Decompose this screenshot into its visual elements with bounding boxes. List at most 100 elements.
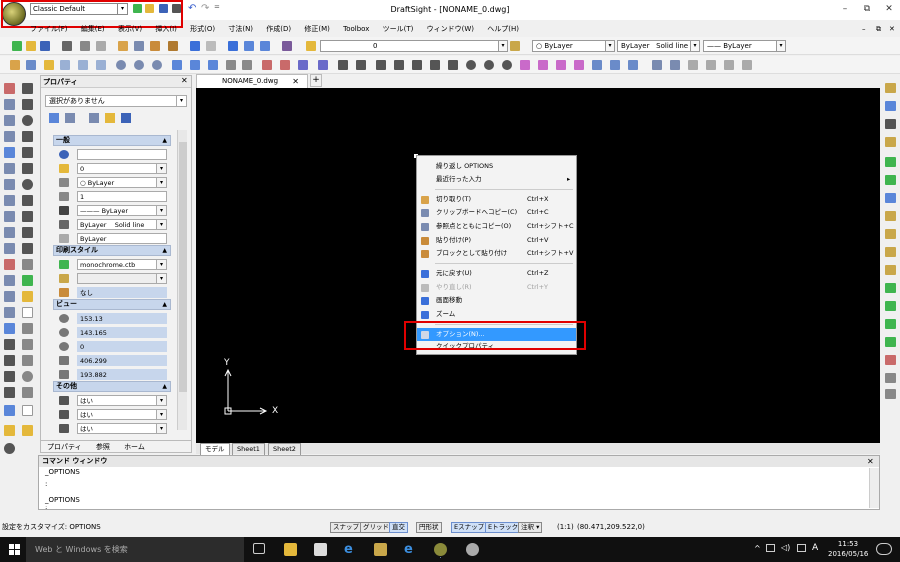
lineweight-select[interactable]: —— ByLayer ▾ bbox=[703, 40, 786, 52]
menu-view[interactable]: 表示(V) bbox=[118, 22, 142, 36]
minimize-icon[interactable]: – bbox=[836, 2, 854, 16]
rotate-icon[interactable] bbox=[4, 195, 15, 206]
menu-item-repeat-options[interactable]: 繰り返し OPTIONS bbox=[417, 160, 576, 173]
join-icon[interactable] bbox=[4, 291, 15, 302]
wipeout-icon[interactable] bbox=[22, 291, 33, 302]
frame-icon[interactable] bbox=[60, 60, 70, 70]
prop-center-y-value[interactable]: 143.165 bbox=[77, 327, 167, 338]
prop-color-value[interactable] bbox=[77, 149, 167, 160]
menu-item-zoom[interactable]: ズーム bbox=[417, 308, 576, 321]
file-explorer-icon[interactable] bbox=[284, 543, 297, 556]
prop-ucs-icon-value[interactable]: はい bbox=[77, 395, 167, 406]
infinite-line-icon[interactable] bbox=[22, 99, 33, 110]
menu-tools[interactable]: ツール(T) bbox=[383, 22, 414, 36]
quick-select-icon[interactable] bbox=[65, 113, 75, 123]
section-general[interactable]: 一般 ▲ bbox=[53, 135, 171, 146]
snap-apparent-icon[interactable] bbox=[298, 60, 308, 70]
menu-item-undo[interactable]: 元に戻す(U) Ctrl+Z bbox=[417, 267, 576, 280]
align-icon[interactable] bbox=[610, 60, 620, 70]
snap-tangent-icon[interactable] bbox=[172, 60, 182, 70]
menu-item-paste[interactable]: 貼り付け(P) Ctrl+V bbox=[417, 234, 576, 247]
table-icon[interactable] bbox=[670, 60, 680, 70]
zoom-window-icon[interactable] bbox=[260, 41, 270, 51]
grid-icon[interactable] bbox=[26, 60, 36, 70]
extend-icon[interactable] bbox=[4, 259, 15, 270]
tab-home[interactable]: ホーム bbox=[124, 441, 145, 454]
menu-format[interactable]: 形式(O) bbox=[190, 22, 215, 36]
point-icon[interactable] bbox=[22, 227, 33, 238]
dim-more-icon[interactable] bbox=[885, 389, 896, 399]
intersection-icon[interactable] bbox=[394, 60, 404, 70]
status-etrack-button[interactable]: Eトラック bbox=[485, 522, 522, 533]
status-grid-button[interactable]: グリッド bbox=[360, 522, 392, 533]
line-icon[interactable] bbox=[22, 83, 33, 94]
linestyle-select[interactable]: ByLayer Solid line ▾ bbox=[617, 40, 700, 52]
diagonal-icon[interactable] bbox=[412, 60, 422, 70]
region-icon[interactable] bbox=[22, 275, 33, 286]
dim-continue-icon[interactable] bbox=[885, 193, 896, 203]
edge-browser-icon[interactable]: e bbox=[344, 543, 357, 556]
toggle-pickadd-icon[interactable] bbox=[89, 113, 99, 123]
store-icon[interactable] bbox=[314, 543, 327, 556]
snap-endpoint-icon[interactable] bbox=[318, 60, 328, 70]
dim-edit-icon[interactable] bbox=[885, 265, 896, 275]
erase-icon[interactable] bbox=[4, 83, 15, 94]
scale-icon[interactable] bbox=[4, 211, 15, 222]
grips-icon[interactable] bbox=[22, 387, 33, 398]
notification-message-icon[interactable] bbox=[797, 544, 806, 552]
zoom-preview-icon[interactable] bbox=[96, 41, 106, 51]
snap-quadrant-icon[interactable] bbox=[152, 60, 162, 70]
menu-insert[interactable]: 挿入(I) bbox=[155, 22, 177, 36]
color-select[interactable]: ○ ByLayer ▾ bbox=[532, 40, 615, 52]
menu-toolbox[interactable]: Toolbox bbox=[343, 22, 369, 36]
prop-print-table-value[interactable] bbox=[77, 273, 167, 284]
arc-icon[interactable] bbox=[22, 147, 33, 158]
match-properties-icon[interactable] bbox=[168, 41, 178, 51]
menu-item-pan[interactable]: 画面移動 bbox=[417, 294, 576, 307]
rectangle-icon[interactable] bbox=[22, 131, 33, 142]
measure-icon[interactable] bbox=[592, 60, 602, 70]
select-objects-icon[interactable] bbox=[49, 113, 59, 123]
taskbar-search-input[interactable]: Web と Windows を検索 bbox=[26, 537, 244, 562]
close-icon[interactable]: ✕ bbox=[880, 2, 898, 16]
spline-icon[interactable] bbox=[556, 60, 566, 70]
prop-scale-value[interactable]: 1 bbox=[77, 191, 167, 202]
prop-transparency-value[interactable]: ByLayer bbox=[77, 233, 167, 244]
dim-aligned-icon[interactable] bbox=[885, 101, 896, 111]
image-icon[interactable] bbox=[4, 405, 15, 416]
render-icon[interactable] bbox=[4, 443, 15, 454]
circle-snap-icon[interactable] bbox=[466, 60, 476, 70]
open-icon[interactable] bbox=[26, 41, 36, 51]
new-icon[interactable] bbox=[12, 41, 22, 51]
display-icon[interactable] bbox=[96, 60, 106, 70]
image-insert-icon[interactable] bbox=[742, 60, 752, 70]
print-preview-icon[interactable] bbox=[80, 41, 90, 51]
media-player-icon[interactable] bbox=[374, 543, 387, 556]
command-prompt[interactable]: : bbox=[45, 506, 47, 510]
tolerance-icon[interactable] bbox=[885, 229, 896, 239]
prop-ctb-value[interactable]: monochrome.ctb bbox=[77, 259, 167, 270]
hatch-icon[interactable] bbox=[22, 259, 33, 270]
trim-icon[interactable] bbox=[4, 243, 15, 254]
dimension-icon[interactable] bbox=[4, 387, 15, 398]
snap-extension-icon[interactable] bbox=[280, 60, 290, 70]
panel-close-icon[interactable]: ✕ bbox=[181, 76, 188, 85]
dim-diameter-icon[interactable] bbox=[885, 157, 896, 167]
print-icon[interactable] bbox=[62, 41, 72, 51]
layer-select[interactable]: 0 ▾ bbox=[320, 40, 508, 52]
center-snap-icon[interactable] bbox=[502, 60, 512, 70]
document-tab[interactable]: NONAME_0.dwg ✕ bbox=[196, 74, 308, 88]
network-icon[interactable] bbox=[766, 544, 775, 552]
pattern-icon[interactable] bbox=[4, 147, 15, 158]
text-tool-icon[interactable] bbox=[4, 339, 15, 350]
status-polar-button[interactable]: 円形状 bbox=[416, 522, 442, 533]
spline-icon[interactable] bbox=[22, 195, 33, 206]
task-view-icon[interactable] bbox=[253, 543, 265, 554]
section-view[interactable]: ビュー ▲ bbox=[53, 299, 171, 310]
dim-override-icon[interactable] bbox=[885, 337, 896, 347]
paste-icon[interactable] bbox=[150, 41, 160, 51]
pan-icon[interactable] bbox=[228, 41, 238, 51]
app-taskbar-icon[interactable] bbox=[466, 543, 479, 556]
scrollbar-thumb[interactable] bbox=[179, 142, 187, 392]
offset-icon[interactable] bbox=[4, 131, 15, 142]
